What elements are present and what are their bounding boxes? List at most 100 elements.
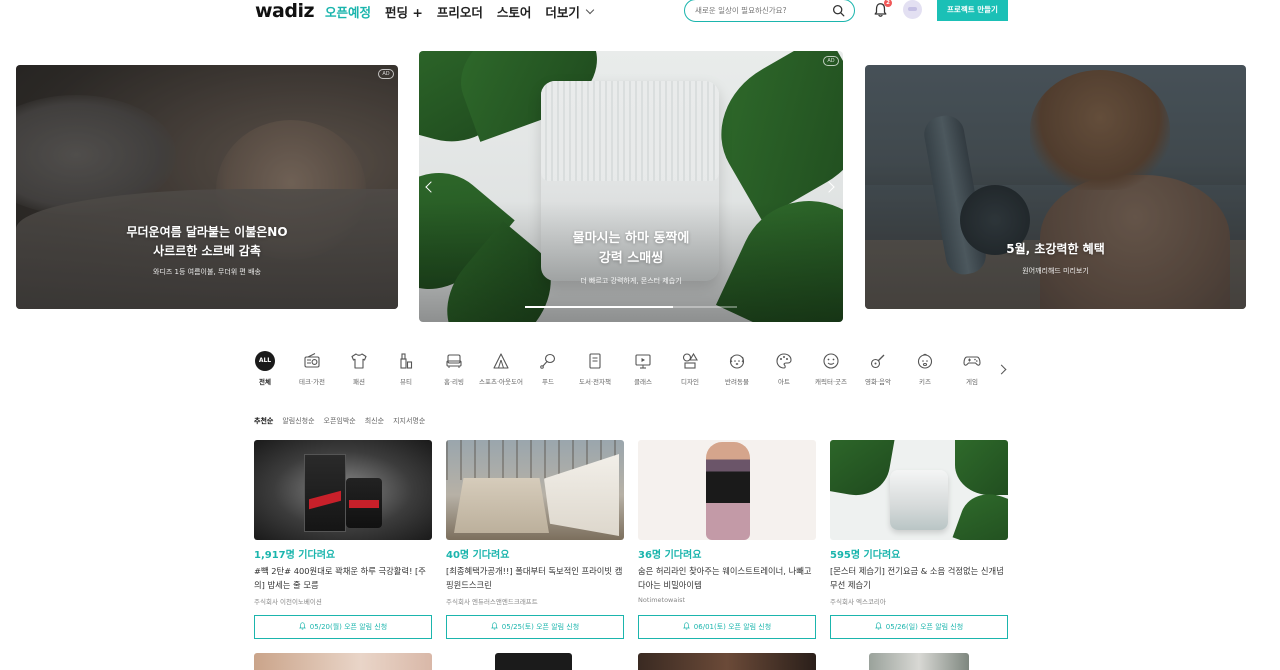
project-title[interactable]: 숨은 허리라인 찾아주는 웨이스트트레이너, 나빼고 다아는 비밀아이템	[638, 564, 816, 592]
category-books[interactable]: 도서·전자책	[571, 351, 619, 386]
search-icon[interactable]	[832, 4, 845, 17]
category-art[interactable]: 아트	[760, 351, 808, 386]
banner-left[interactable]: AD 무더운여름 달라붙는 이불은NO 사르르한 소르베 감촉 와디즈 1등 여…	[16, 65, 398, 309]
open-alarm-label: 05/25(토) 오픈 알림 신청	[501, 623, 580, 631]
category-home[interactable]: 홈·리빙	[430, 351, 478, 386]
nav-open-soon[interactable]: 오픈예정	[325, 2, 371, 21]
project-card[interactable]: 36명 기다려요 숨은 허리라인 찾아주는 웨이스트트레이너, 나빼고 다아는 …	[638, 440, 816, 639]
dehumidifier-product	[890, 470, 948, 530]
smile-icon	[823, 353, 839, 369]
project-thumbnail-peek[interactable]	[869, 653, 969, 670]
category-label: 아트	[778, 378, 790, 386]
project-title[interactable]: [몬스터 제습기] 전기요금 & 소음 걱정없는 신개념 무선 제습기	[830, 564, 1008, 592]
category-tech[interactable]: 테크·가전	[288, 351, 336, 386]
project-card[interactable]: 40명 기다려요 [최종혜택가공개!!] 폴대부터 독보적인 프라이빗 캠핑윈드…	[446, 440, 624, 639]
category-kids[interactable]: 키즈	[901, 351, 949, 386]
gamepad-icon	[963, 356, 981, 366]
bell-icon	[682, 622, 690, 630]
ad-badge: AD	[378, 69, 394, 79]
category-game[interactable]: 게임	[948, 351, 996, 386]
search-box	[684, 0, 855, 22]
user-avatar[interactable]	[903, 0, 922, 19]
banner-center[interactable]: AD 물마시는 하마 동짝에 강력 스매씽 더 빠르고 강력하게, 몬스터 제습…	[419, 51, 843, 322]
banner-left-subtitle: 와디즈 1등 여름이불, 무더위 편 배송	[153, 268, 261, 276]
make-project-button[interactable]: 프로젝트 만들기	[937, 0, 1008, 21]
bell-icon	[298, 622, 306, 630]
dog-icon	[729, 354, 745, 369]
maker-name: 주식회사 엔듀러스앤엔드크래프트	[446, 598, 538, 606]
sort-opening-soon[interactable]: 오픈임박순	[324, 416, 356, 426]
category-label: 캐릭터·굿즈	[815, 378, 847, 386]
nav-funding[interactable]: 펀딩 +	[385, 2, 423, 21]
category-label: 게임	[966, 378, 978, 386]
category-label: 클래스	[634, 378, 652, 386]
maker-name: 주식회사 엑스코리아	[830, 598, 886, 606]
open-alarm-button[interactable]: 05/20(월) 오픈 알림 신청	[254, 615, 432, 639]
banner-center-title-2: 강력 스매씽	[598, 251, 664, 266]
category-label: 스포츠·아웃도어	[479, 378, 523, 386]
project-thumbnail[interactable]	[254, 440, 432, 540]
category-sports[interactable]: 스포츠·아웃도어	[477, 351, 525, 386]
waiting-count: 40명 기다려요	[446, 550, 510, 561]
category-movie-music[interactable]: 영화·음악	[854, 351, 902, 386]
category-label: 도서·전자책	[579, 378, 611, 386]
category-label: 패션	[353, 378, 365, 386]
ad-badge: AD	[823, 56, 839, 66]
nav-more[interactable]: 더보기	[545, 2, 595, 21]
monstera-leaf	[830, 440, 896, 501]
category-label: 뷰티	[400, 378, 412, 386]
shapes-icon	[682, 352, 698, 369]
baby-icon	[917, 353, 933, 369]
sort-recommended[interactable]: 추천순	[254, 416, 273, 426]
sort-alarm[interactable]: 알림신청순	[282, 416, 314, 426]
sofa-icon	[446, 354, 462, 368]
category-beauty[interactable]: 뷰티	[382, 351, 430, 386]
project-thumbnail-peek[interactable]	[254, 653, 432, 670]
category-character[interactable]: 캐릭터·굿즈	[807, 351, 855, 386]
project-thumbnail[interactable]	[638, 440, 816, 540]
project-title[interactable]: [최종혜택가공개!!] 폴대부터 독보적인 프라이빗 캠핑윈드스크린	[446, 564, 624, 592]
wadiz-logo[interactable]: wadiz	[255, 0, 315, 22]
project-card[interactable]: 1,917명 기다려요 #빽 2탄# 400원대로 꽉채운 하루 극강활력! […	[254, 440, 432, 639]
category-label: 디자인	[681, 378, 699, 386]
banner-center-title-1: 물마시는 하마 동짝에	[572, 231, 690, 246]
project-thumbnail[interactable]	[830, 440, 1008, 540]
open-alarm-button[interactable]: 05/26(일) 오픈 알림 신청	[830, 615, 1008, 639]
category-design[interactable]: 디자인	[666, 351, 714, 386]
radio-icon	[304, 353, 320, 368]
category-fashion[interactable]: 패션	[335, 351, 383, 386]
notification-badge: 2	[884, 0, 892, 7]
search-input[interactable]	[695, 3, 825, 18]
banner-left-title-2: 사르르한 소르베 감촉	[153, 244, 261, 258]
nav-store[interactable]: 스토어	[497, 2, 532, 21]
category-all[interactable]: ALL 전체	[241, 351, 289, 386]
waiting-count: 595명 기다려요	[830, 550, 901, 561]
supplement-box	[304, 454, 346, 532]
project-title[interactable]: #빽 2탄# 400원대로 꽉채운 하루 극강활력! [주의] 밥세는 줄 모름	[254, 564, 432, 592]
category-label: 홈·리빙	[443, 378, 464, 386]
project-thumbnail-peek[interactable]	[495, 653, 572, 670]
project-thumbnail-peek[interactable]	[638, 653, 816, 670]
category-label: 푸드	[542, 378, 554, 386]
top-header: wadiz 오픈예정 펀딩 + 프리오더 스토어 더보기 2 프로젝트 만들기	[0, 0, 1280, 26]
project-thumbnail[interactable]	[446, 440, 624, 540]
banner-right[interactable]: 5월, 초강력한 혜택 원어깨리해드 미리보기	[865, 65, 1246, 309]
tshirt-icon	[351, 353, 367, 369]
category-pets[interactable]: 반려동물	[713, 351, 761, 386]
nav-preorder[interactable]: 프리오더	[437, 2, 483, 21]
sort-supporters[interactable]: 지지서명순	[393, 416, 425, 426]
category-food[interactable]: 푸드	[524, 351, 572, 386]
sort-options: 추천순 알림신청순 오픈임박순 최신순 지지서명순	[254, 416, 425, 426]
project-card[interactable]: 595명 기다려요 [몬스터 제습기] 전기요금 & 소음 걱정없는 신개념 무…	[830, 440, 1008, 639]
tent-icon	[493, 353, 509, 369]
category-label: 전체	[259, 378, 271, 386]
bell-icon	[490, 622, 498, 630]
open-alarm-button[interactable]: 05/25(토) 오픈 알림 신청	[446, 615, 624, 639]
category-class[interactable]: 클래스	[619, 351, 667, 386]
cosmetic-icon	[400, 353, 413, 369]
open-alarm-button[interactable]: 06/01(토) 오픈 알림 신청	[638, 615, 816, 639]
sort-newest[interactable]: 최신순	[365, 416, 384, 426]
main-nav: 오픈예정 펀딩 + 프리오더 스토어 더보기	[325, 2, 595, 21]
category-label: 영화·음악	[865, 378, 891, 386]
banner-left-title-1: 무더운여름 달라붙는 이불은NO	[126, 225, 288, 239]
